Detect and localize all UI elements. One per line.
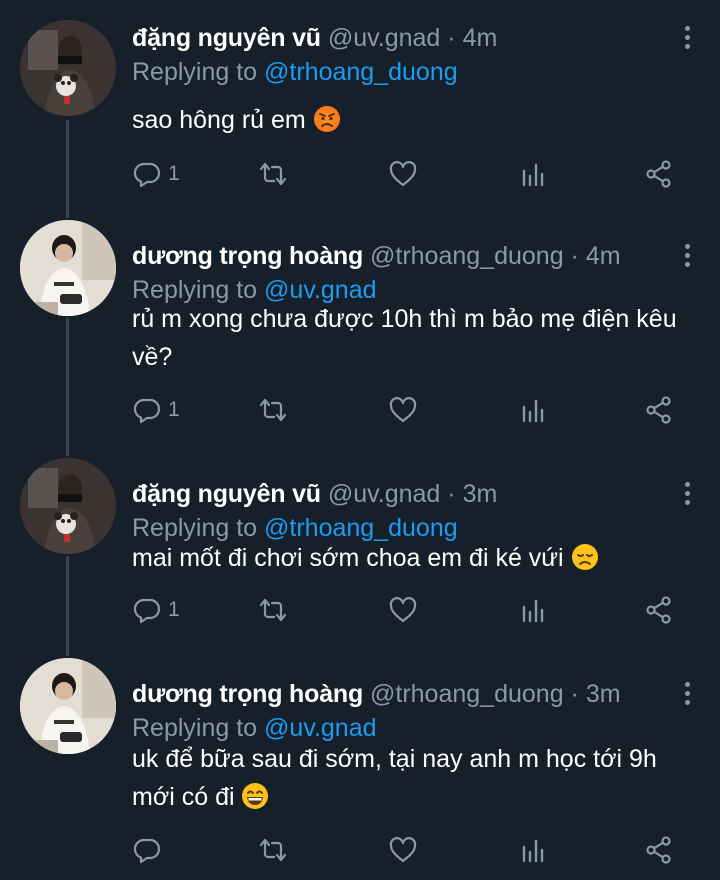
analytics-button[interactable] (518, 834, 548, 866)
tweet-text: rủ m xong chưa được 10h thì m bảo mẹ điệ… (132, 300, 692, 376)
user-handle[interactable]: @uv.gnad (328, 480, 441, 508)
share-button[interactable] (644, 158, 674, 190)
reply-button[interactable]: 1 (132, 394, 180, 426)
retweet-button[interactable] (258, 594, 288, 626)
analytics-icon (522, 163, 544, 187)
tweet-text-line: về? (132, 343, 173, 371)
timestamp[interactable]: 4m (463, 24, 498, 52)
share-icon (646, 596, 671, 624)
avatar[interactable] (20, 220, 116, 316)
tweet-header: dương trọng hoàng @trhoang_duong · 3m (132, 678, 680, 710)
retweet-button[interactable] (258, 394, 288, 426)
avatar[interactable] (20, 658, 116, 754)
timestamp[interactable]: 4m (586, 242, 621, 270)
more-icon[interactable] (682, 26, 692, 54)
reply-button[interactable]: 1 (132, 158, 180, 190)
analytics-button[interactable] (518, 158, 548, 190)
tweet-text-line: mới có đi (132, 783, 235, 811)
tweet-actions: 1 (132, 158, 692, 190)
avatar[interactable] (20, 20, 116, 116)
user-handle[interactable]: @trhoang_duong (370, 242, 564, 270)
analytics-button[interactable] (518, 594, 548, 626)
display-name[interactable]: dương trọng hoàng (132, 242, 363, 270)
tweet-header: dương trọng hoàng @trhoang_duong · 4m (132, 240, 680, 272)
reply-icon (133, 838, 161, 864)
like-icon (389, 837, 417, 863)
analytics-icon (522, 839, 544, 863)
disappointed-face-emoji (571, 544, 598, 570)
reply-count: 1 (168, 162, 180, 185)
more-icon[interactable] (682, 244, 692, 272)
separator-dot: · (447, 480, 456, 508)
user-handle[interactable]: @trhoang_duong (370, 680, 564, 708)
angry-face-emoji (313, 106, 340, 132)
tweet-text: sao hông rủ em (132, 101, 692, 139)
retweet-icon (259, 838, 287, 862)
replying-to-mention[interactable]: @trhoang_duong (264, 514, 458, 542)
separator-dot: · (447, 24, 456, 52)
tweet-text: uk để bữa sau đi sớm, tại nay anh m học … (132, 740, 692, 816)
analytics-icon (522, 399, 544, 423)
tweet-header: đặng nguyên vũ @uv.gnad · 4m (132, 22, 680, 54)
share-button[interactable] (644, 834, 674, 866)
replying-to-label: Replying to (132, 514, 258, 542)
tweet-text: mai mốt đi chơi sớm choa em đi ké vứi (132, 539, 692, 577)
analytics-icon (522, 599, 544, 623)
more-icon[interactable] (682, 682, 692, 710)
share-icon (646, 396, 671, 424)
avatar[interactable] (20, 458, 116, 554)
tweet[interactable]: đặng nguyên vũ @uv.gnad · 3m Replying to… (0, 456, 720, 656)
more-icon[interactable] (682, 482, 692, 510)
share-icon (646, 160, 671, 188)
like-icon (389, 597, 417, 623)
replying-to-mention[interactable]: @uv.gnad (264, 714, 377, 742)
retweet-icon (259, 398, 287, 422)
like-button[interactable] (388, 594, 418, 626)
tweet-text-line: uk để bữa sau đi sớm, tại nay anh m học … (132, 745, 657, 773)
retweet-button[interactable] (258, 834, 288, 866)
analytics-button[interactable] (518, 394, 548, 426)
tweet-header: đặng nguyên vũ @uv.gnad · 3m (132, 478, 680, 510)
share-button[interactable] (644, 594, 674, 626)
tweet[interactable]: dương trọng hoàng @trhoang_duong · 3m Re… (0, 656, 720, 880)
like-button[interactable] (388, 834, 418, 866)
timestamp[interactable]: 3m (586, 680, 621, 708)
tweet-text-line: mai mốt đi chơi sớm choa em đi ké vứi (132, 544, 564, 572)
tweet[interactable]: đặng nguyên vũ @uv.gnad · 4m Replying to… (0, 0, 720, 218)
separator-dot: · (570, 242, 579, 270)
tweet-actions: 1 (132, 594, 692, 626)
reply-count: 1 (168, 598, 180, 621)
like-button[interactable] (388, 394, 418, 426)
replying-to-label: Replying to (132, 714, 258, 742)
retweet-icon (259, 162, 287, 186)
user-handle[interactable]: @uv.gnad (328, 24, 441, 52)
retweet-icon (259, 598, 287, 622)
tweet[interactable]: dương trọng hoàng @trhoang_duong · 4m Re… (0, 218, 720, 456)
display-name[interactable]: dương trọng hoàng (132, 680, 363, 708)
timestamp[interactable]: 3m (463, 480, 498, 508)
share-icon (646, 836, 671, 864)
reply-icon (133, 162, 161, 188)
grinning-face-emoji (242, 783, 269, 809)
reply-count: 1 (168, 398, 180, 421)
reply-button[interactable] (132, 834, 168, 866)
like-icon (389, 397, 417, 423)
reply-icon (133, 598, 161, 624)
tweet-actions: 1 (132, 394, 692, 426)
replying-to-label: Replying to (132, 58, 258, 86)
reply-icon (133, 398, 161, 424)
replying-to: Replying to @trhoang_duong (132, 56, 458, 88)
reply-button[interactable]: 1 (132, 594, 180, 626)
like-button[interactable] (388, 158, 418, 190)
tweet-text-line: sao hông rủ em (132, 106, 306, 134)
tweet-actions (132, 834, 692, 866)
tweet-text-line: rủ m xong chưa được 10h thì m bảo mẹ điệ… (132, 305, 677, 333)
replying-to-mention[interactable]: @trhoang_duong (264, 58, 458, 86)
share-button[interactable] (644, 394, 674, 426)
display-name[interactable]: đặng nguyên vũ (132, 24, 321, 52)
like-icon (389, 161, 417, 187)
separator-dot: · (570, 680, 579, 708)
display-name[interactable]: đặng nguyên vũ (132, 480, 321, 508)
retweet-button[interactable] (258, 158, 288, 190)
